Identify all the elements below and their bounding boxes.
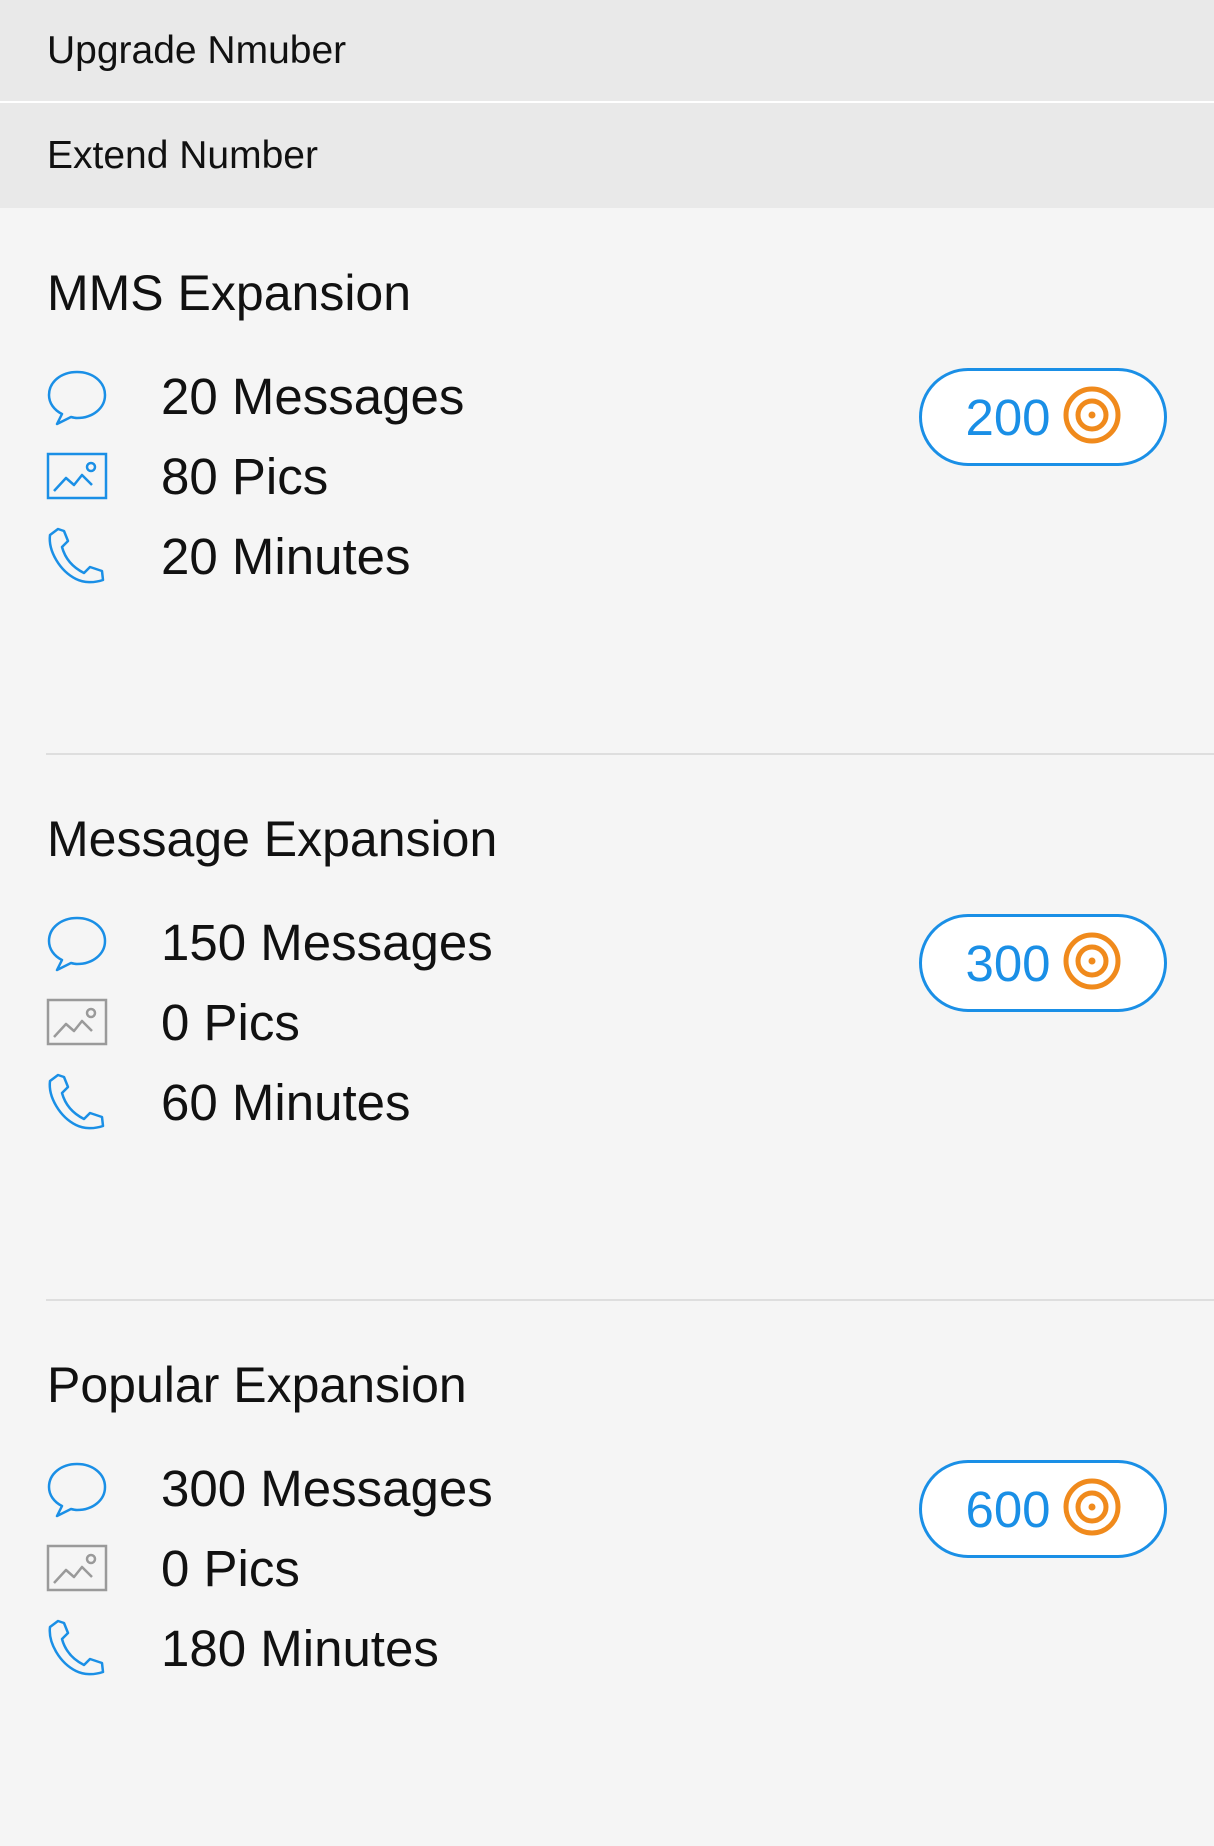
chat-bubble-icon — [46, 911, 108, 973]
messages-count: 300 Messages — [161, 1459, 493, 1517]
extend-number-label: Extend Number — [47, 133, 318, 177]
buy-mms-expansion-button[interactable]: 200 — [919, 368, 1167, 466]
buy-message-expansion-button[interactable]: 300 — [919, 914, 1167, 1012]
phone-icon — [46, 1617, 108, 1679]
upgrade-number-row[interactable]: Upgrade Nmuber — [0, 0, 1214, 101]
messages-count: 20 Messages — [161, 367, 465, 425]
minutes-count: 20 Minutes — [161, 527, 411, 585]
chat-bubble-icon — [46, 365, 108, 427]
minutes-count: 60 Minutes — [161, 1073, 411, 1131]
pics-count: 80 Pics — [161, 447, 329, 505]
plan-card-mms-expansion: MMS Expansion 20 Messages 80 Pics 20 Min… — [0, 208, 1214, 754]
feature-minutes: 20 Minutes — [46, 521, 410, 591]
plan-card-message-expansion: Message Expansion 150 Messages 0 Pics 60… — [0, 754, 1214, 1300]
feature-pics: 0 Pics — [46, 987, 300, 1057]
feature-minutes: 60 Minutes — [46, 1067, 410, 1137]
price-value: 600 — [965, 1480, 1051, 1538]
pics-count: 0 Pics — [161, 1539, 300, 1597]
pics-count: 0 Pics — [161, 993, 300, 1051]
plan-title: Message Expansion — [47, 811, 498, 867]
coin-icon — [1063, 1478, 1121, 1541]
feature-minutes: 180 Minutes — [46, 1613, 439, 1683]
picture-icon — [46, 445, 108, 507]
upgrade-number-label: Upgrade Nmuber — [47, 28, 347, 72]
plan-title: Popular Expansion — [47, 1357, 467, 1413]
plan-card-popular-expansion: Popular Expansion 300 Messages 0 Pics 18… — [0, 1300, 1214, 1846]
phone-icon — [46, 525, 108, 587]
chat-bubble-icon — [46, 1457, 108, 1519]
feature-messages: 20 Messages — [46, 361, 464, 431]
coin-icon — [1063, 932, 1121, 995]
picture-icon — [46, 1537, 108, 1599]
picture-icon — [46, 991, 108, 1053]
plan-title: MMS Expansion — [47, 265, 412, 321]
messages-count: 150 Messages — [161, 913, 493, 971]
feature-pics: 80 Pics — [46, 441, 328, 511]
price-value: 300 — [965, 934, 1051, 992]
feature-pics: 0 Pics — [46, 1533, 300, 1603]
phone-icon — [46, 1071, 108, 1133]
price-value: 200 — [965, 388, 1051, 446]
minutes-count: 180 Minutes — [161, 1619, 439, 1677]
feature-messages: 300 Messages — [46, 1453, 493, 1523]
feature-messages: 150 Messages — [46, 907, 493, 977]
buy-popular-expansion-button[interactable]: 600 — [919, 1460, 1167, 1558]
extend-number-row[interactable]: Extend Number — [0, 103, 1214, 208]
coin-icon — [1063, 386, 1121, 449]
